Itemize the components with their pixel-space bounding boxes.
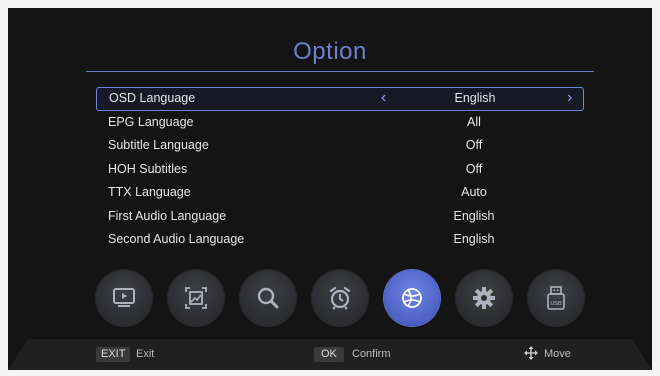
menu-row-second-audio-language[interactable]: Second Audio Language English — [96, 228, 584, 252]
page-title: Option — [293, 38, 367, 65]
row-label: OSD Language — [109, 91, 196, 105]
row-value: English — [453, 232, 495, 246]
move-icon — [524, 346, 538, 360]
main-menu-icons: USB — [8, 270, 652, 330]
menu-row-ttx-language[interactable]: TTX Language Auto — [96, 181, 584, 205]
alarm-clock-icon — [329, 286, 351, 310]
row-value: Off — [465, 138, 483, 152]
svg-text:USB: USB — [550, 301, 562, 307]
usb-button[interactable]: USB — [528, 270, 584, 326]
row-label: HOH Subtitles — [108, 161, 188, 176]
usb-icon: USB — [547, 286, 565, 310]
picture-icon — [185, 287, 207, 309]
osd-screen: Option OSD Language ‹ English › EPG Lang… — [8, 8, 652, 370]
row-label: First Audio Language — [108, 208, 227, 223]
tv-button[interactable] — [96, 270, 152, 326]
menu-row-osd-language[interactable]: OSD Language ‹ English › — [96, 87, 584, 111]
title-divider — [86, 71, 594, 72]
footer-bar: EXIT Exit OK Confirm Move — [8, 339, 652, 370]
gear-icon — [473, 287, 495, 309]
search-icon — [257, 287, 279, 309]
row-value: English — [454, 91, 496, 105]
menu-row-subtitle-language[interactable]: Subtitle Language Off — [96, 134, 584, 158]
tv-icon — [113, 288, 135, 307]
row-label: TTX Language — [108, 185, 191, 199]
ok-key-badge[interactable]: OK — [314, 347, 344, 362]
menu-row-first-audio-language[interactable]: First Audio Language English — [96, 205, 584, 229]
menu-row-epg-language[interactable]: EPG Language All — [96, 111, 584, 135]
exit-label: Exit — [136, 348, 155, 360]
search-button[interactable] — [240, 270, 296, 326]
settings-button[interactable] — [456, 270, 512, 326]
row-value: Off — [465, 161, 483, 176]
globe-icon — [402, 288, 422, 308]
arrow-left-icon[interactable]: ‹ — [381, 87, 386, 108]
exit-key-badge[interactable]: EXIT — [96, 347, 131, 362]
picture-button[interactable] — [168, 270, 224, 326]
confirm-label: Confirm — [352, 348, 391, 360]
timer-button[interactable] — [312, 270, 368, 326]
row-value: English — [453, 208, 495, 223]
row-label: Subtitle Language — [108, 138, 209, 152]
row-value: Auto — [461, 185, 487, 199]
menu-row-hoh-subtitles[interactable]: HOH Subtitles Off — [96, 158, 584, 182]
row-label: Second Audio Language — [108, 232, 245, 246]
row-value: All — [467, 114, 481, 129]
arrow-right-icon[interactable]: › — [567, 87, 572, 108]
row-label: EPG Language — [108, 114, 194, 129]
move-label: Move — [544, 348, 571, 360]
option-menu: OSD Language ‹ English › EPG Language Al… — [96, 87, 584, 252]
language-button[interactable] — [384, 270, 440, 326]
